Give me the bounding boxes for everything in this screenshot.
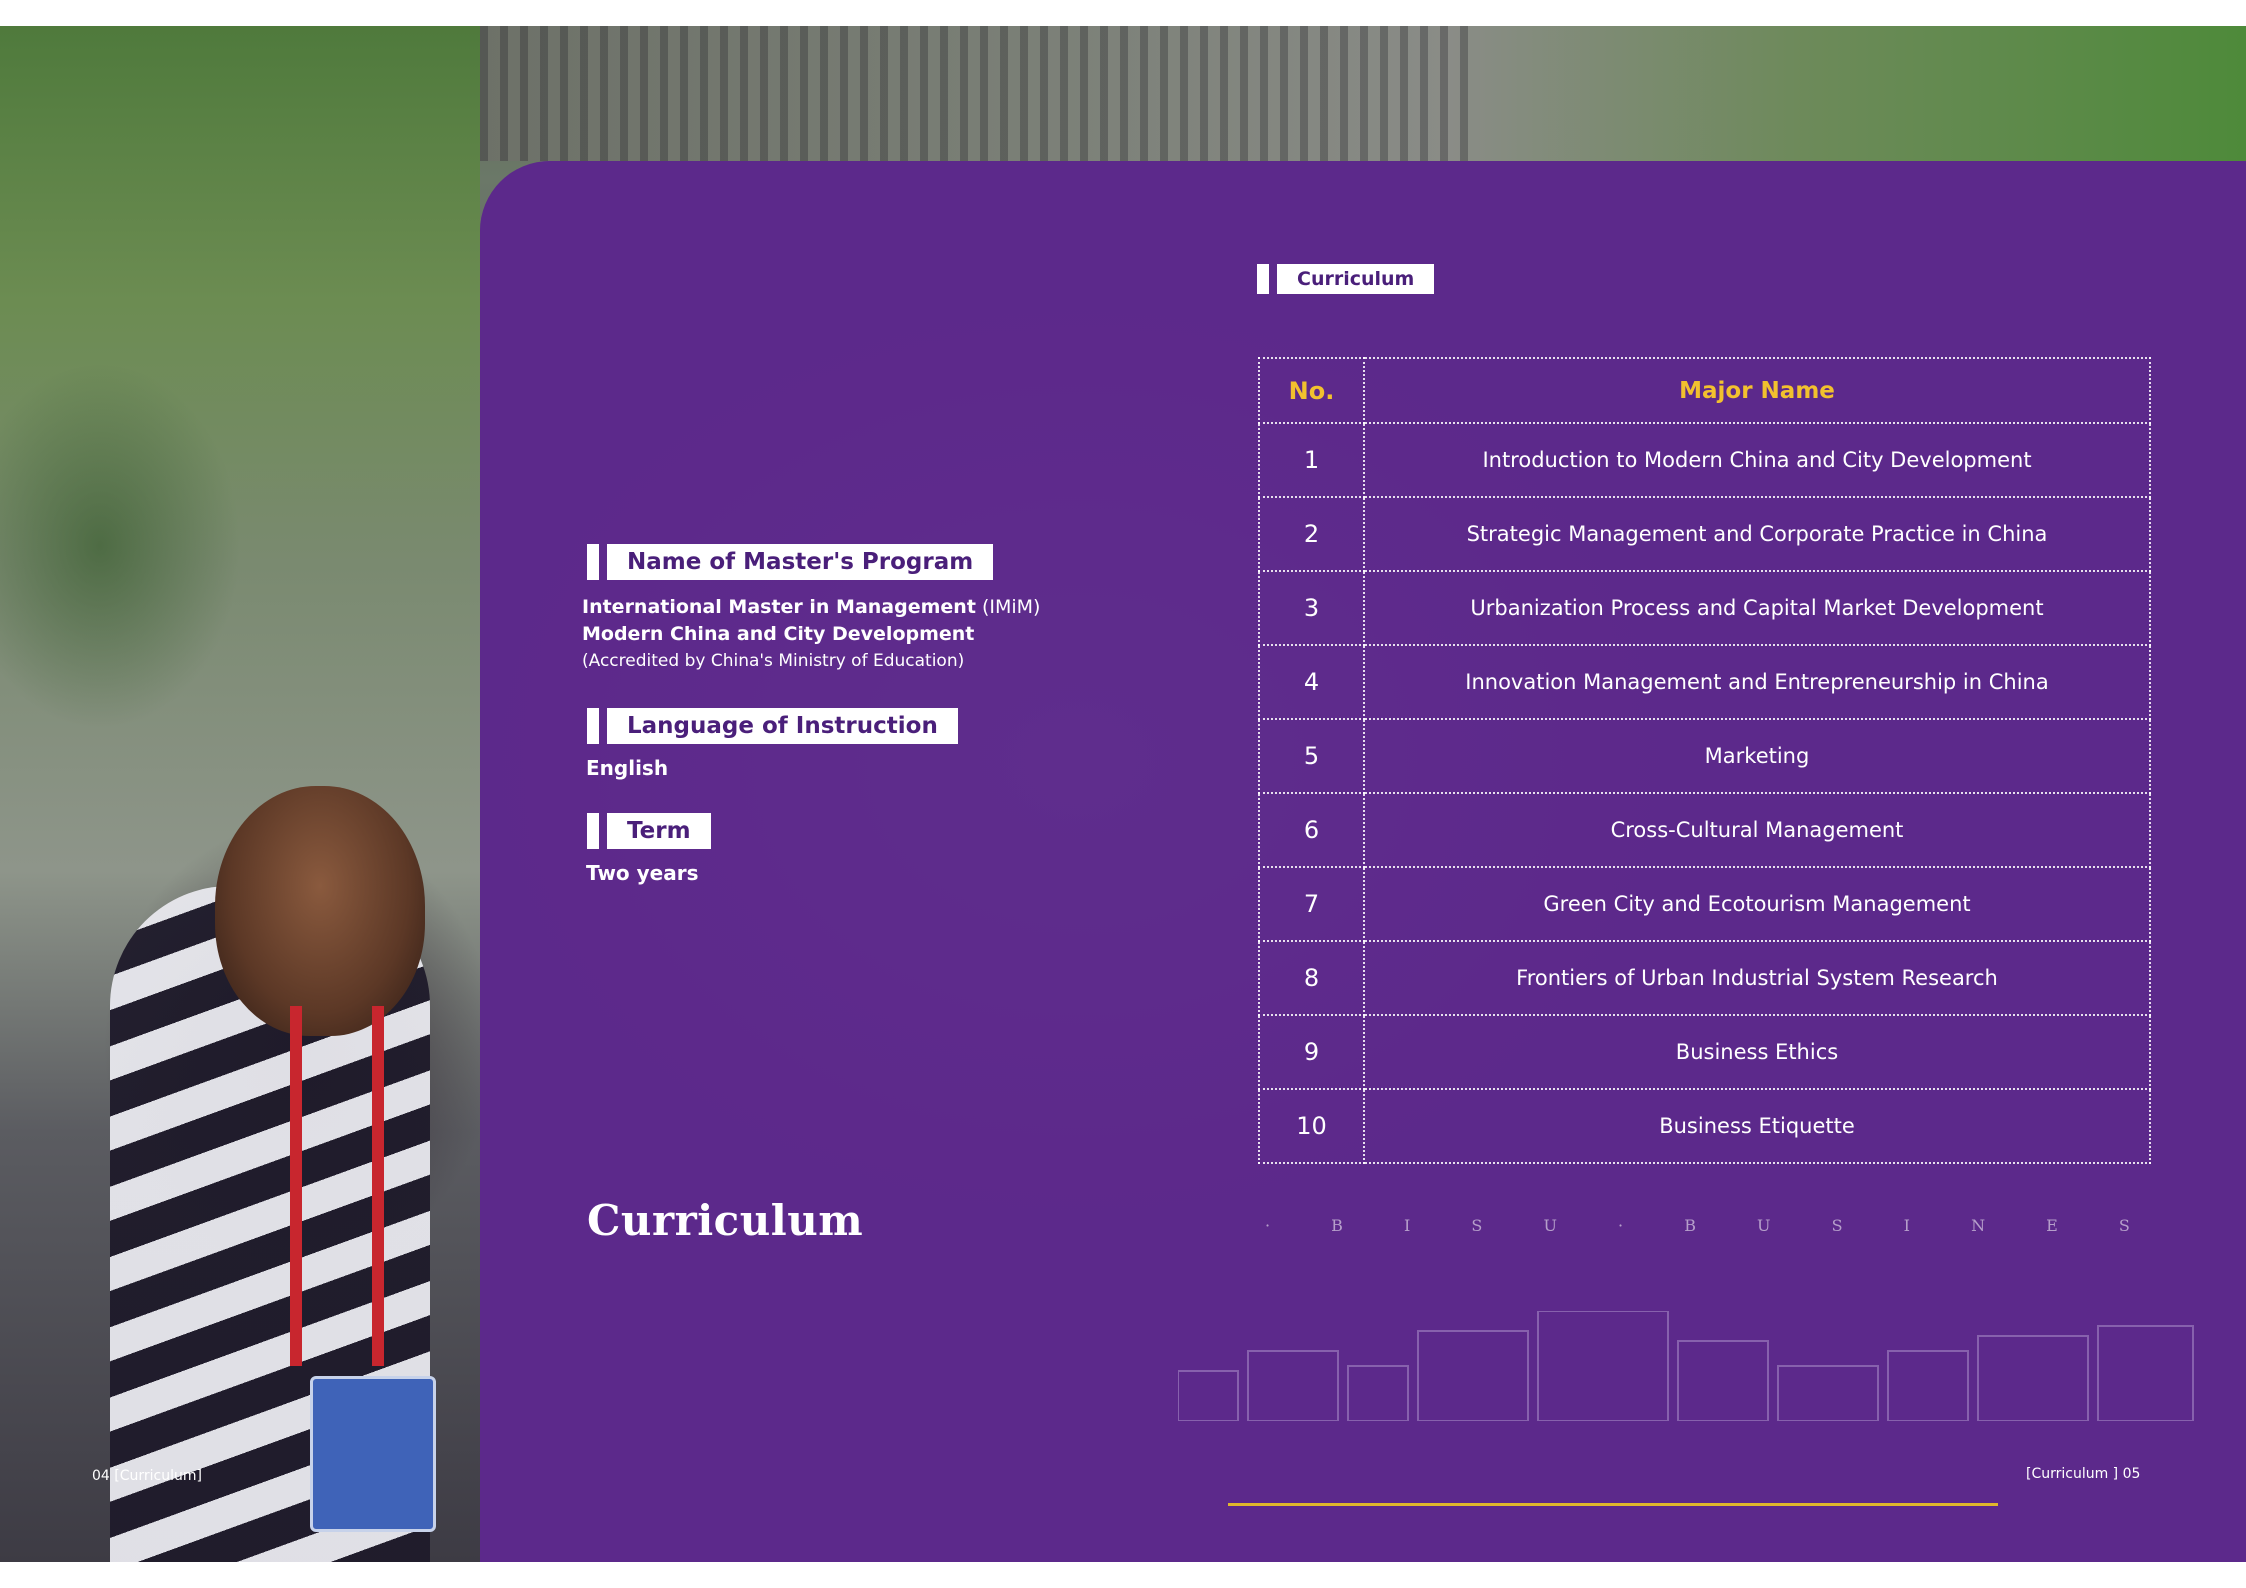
program-line2: Modern China and City Development xyxy=(582,623,975,645)
program-abbrev: (IMiM) xyxy=(981,596,1041,618)
row-name: Business Etiquette xyxy=(1363,1088,2151,1164)
label-bar xyxy=(1257,264,1269,294)
program-line1: International Master in Management (IMiM… xyxy=(582,594,1040,621)
student-photo xyxy=(0,26,480,1562)
curriculum-label: Curriculum xyxy=(1257,264,1435,294)
program-heading-text: Name of Master's Program xyxy=(607,544,994,580)
row-name: Green City and Ecotourism Management xyxy=(1363,866,2151,942)
term-heading: Term xyxy=(587,813,711,849)
header-no: No. xyxy=(1258,357,1365,424)
row-name: Cross-Cultural Management xyxy=(1363,792,2151,868)
row-name: Innovation Management and Entrepreneursh… xyxy=(1363,644,2151,720)
row-name: Urbanization Process and Capital Market … xyxy=(1363,570,2151,646)
row-name: Introduction to Modern China and City De… xyxy=(1363,422,2151,498)
label-bar xyxy=(587,544,599,580)
curriculum-table: No. Major Name 1 Introduction to Modern C… xyxy=(1258,357,2151,1164)
table-row: 3 Urbanization Process and Capital Market… xyxy=(1258,570,2151,646)
row-no: 5 xyxy=(1258,718,1365,794)
row-name: Business Ethics xyxy=(1363,1014,2151,1090)
id-badge xyxy=(310,1376,436,1532)
table-row: 2 Strategic Management and Corporate Prac… xyxy=(1258,496,2151,572)
program-details: International Master in Management (IMiM… xyxy=(582,594,1040,675)
program-name: International Master in Management xyxy=(582,596,976,618)
row-no: 7 xyxy=(1258,866,1365,942)
program-line3: (Accredited by China's Ministry of Educa… xyxy=(582,651,965,671)
table-row: 8 Frontiers of Urban Industrial System Re… xyxy=(1258,940,2151,1016)
program-heading: Name of Master's Program xyxy=(587,544,994,580)
row-no: 2 xyxy=(1258,496,1365,572)
table-row: 9 Business Ethics xyxy=(1258,1014,2151,1090)
label-bar xyxy=(587,708,599,744)
lanyard xyxy=(290,1006,384,1366)
term-heading-text: Term xyxy=(607,813,711,849)
page-number-left: 04 [Curriculum] xyxy=(92,1468,202,1484)
row-name: Frontiers of Urban Industrial System Res… xyxy=(1363,940,2151,1016)
row-name: Strategic Management and Corporate Pract… xyxy=(1363,496,2151,572)
student-head xyxy=(215,786,425,1036)
row-no: 4 xyxy=(1258,644,1365,720)
table-header-row: No. Major Name xyxy=(1258,357,2151,424)
table-row: 1 Introduction to Modern China and City D… xyxy=(1258,422,2151,498)
accent-line xyxy=(1228,1503,1998,1506)
table-row: 7 Green City and Ecotourism Management xyxy=(1258,866,2151,942)
row-no: 3 xyxy=(1258,570,1365,646)
table-row: 10 Business Etiquette xyxy=(1258,1088,2151,1164)
row-name: Marketing xyxy=(1363,718,2151,794)
table-row: 6 Cross-Cultural Management xyxy=(1258,792,2151,868)
header-major-name: Major Name xyxy=(1363,357,2151,424)
page-number-right: [Curriculum ] 05 xyxy=(2026,1466,2141,1482)
term-value: Two years xyxy=(586,861,699,885)
row-no: 10 xyxy=(1258,1088,1365,1164)
great-wall-photo xyxy=(480,26,2246,161)
row-no: 1 xyxy=(1258,422,1365,498)
label-bar xyxy=(587,813,599,849)
campus-skyline xyxy=(1178,1311,2194,1421)
roof-tiles xyxy=(480,26,1480,161)
curriculum-title: Curriculum xyxy=(587,1196,864,1245)
table-row: 5 Marketing xyxy=(1258,718,2151,794)
brand-line: · B I S U · B U S I N E S S S C H O O L … xyxy=(1265,1216,2150,1235)
brochure-spread: Curriculum Name of Master's Program Inte… xyxy=(0,26,2246,1562)
language-heading-text: Language of Instruction xyxy=(607,708,958,744)
row-no: 8 xyxy=(1258,940,1365,1016)
language-heading: Language of Instruction xyxy=(587,708,958,744)
language-value: English xyxy=(586,756,669,780)
row-no: 9 xyxy=(1258,1014,1365,1090)
table-row: 4 Innovation Management and Entrepreneurs… xyxy=(1258,644,2151,720)
curriculum-label-text: Curriculum xyxy=(1277,264,1435,294)
row-no: 6 xyxy=(1258,792,1365,868)
